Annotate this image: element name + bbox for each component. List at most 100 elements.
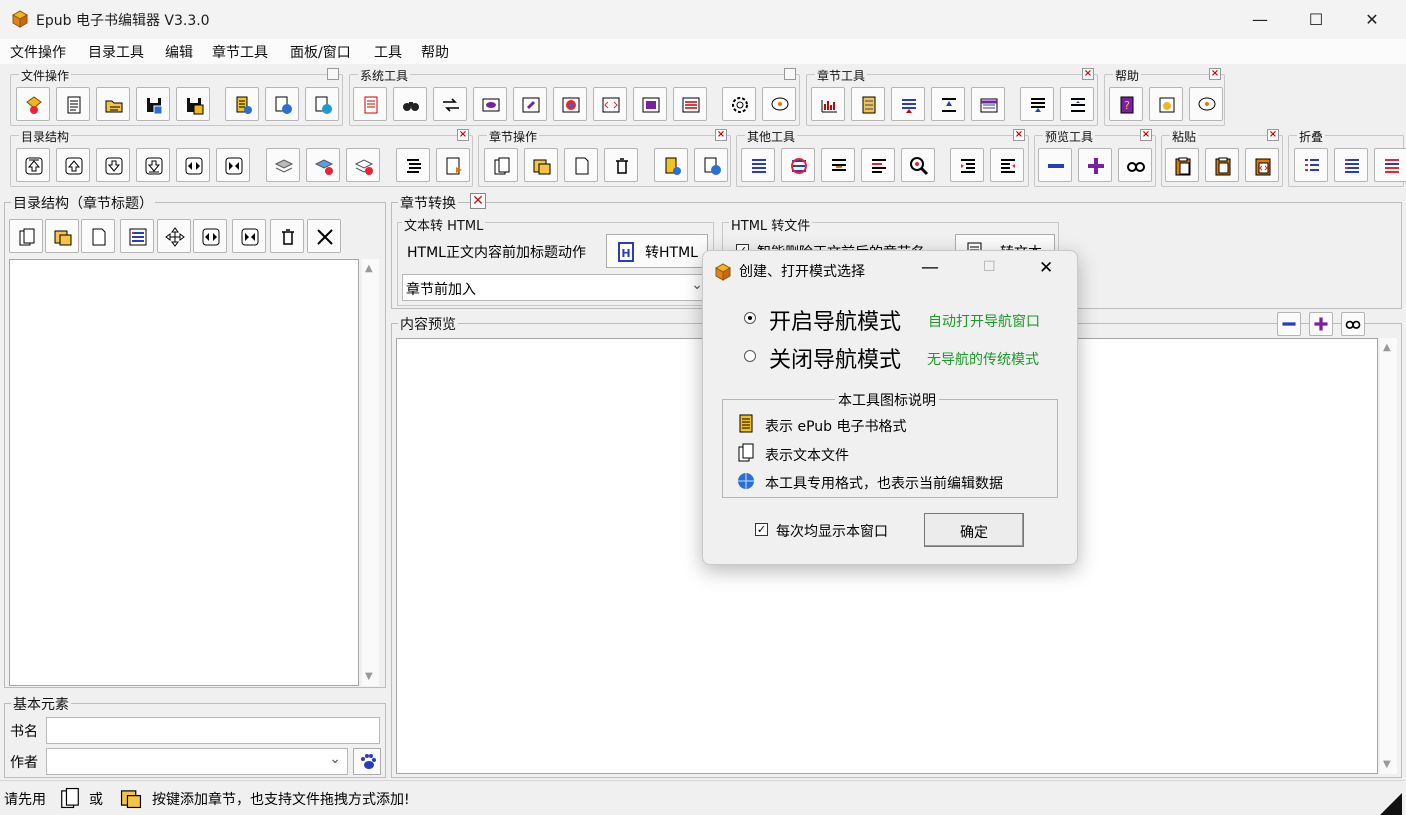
epub-export-button[interactable] (225, 87, 259, 121)
indent-right-button[interactable] (216, 148, 250, 182)
list-button[interactable] (741, 148, 775, 182)
close-icon[interactable]: × (1082, 68, 1094, 80)
tool-button-6[interactable] (553, 87, 587, 121)
tool-button-9[interactable] (673, 87, 707, 121)
open-folder-button[interactable] (96, 87, 130, 121)
close-icon[interactable]: × (1267, 129, 1279, 141)
menu-panel-window[interactable]: 面板/窗口 (290, 42, 351, 62)
toc-scrollbar[interactable]: ▲ ▼ (362, 259, 379, 686)
toc-list-button[interactable] (120, 219, 154, 253)
close-icon[interactable]: × (457, 129, 469, 141)
preview-button[interactable] (1118, 148, 1152, 182)
dialog-close-button[interactable]: ✕ (1039, 258, 1053, 278)
indent-left-button[interactable] (176, 148, 210, 182)
no-format-button[interactable] (781, 148, 815, 182)
nav-off-radio[interactable] (744, 350, 756, 362)
chapter-text-button[interactable] (694, 148, 728, 182)
nav-on-label[interactable]: 开启导航模式 (769, 304, 901, 336)
feedback-button[interactable] (1189, 87, 1223, 121)
fold-button[interactable] (1294, 148, 1328, 182)
toc-indent-right-button[interactable] (232, 219, 266, 253)
move-top-button[interactable] (16, 148, 50, 182)
menu-tools[interactable]: 工具 (374, 42, 402, 62)
toc-generate-button[interactable] (396, 148, 430, 182)
scroll-down-icon[interactable]: ▼ (1383, 759, 1391, 770)
nav-off-label[interactable]: 关闭导航模式 (769, 342, 901, 374)
author-search-button[interactable] (353, 748, 381, 775)
guide-button[interactable] (1149, 87, 1183, 121)
zoom-out-button[interactable] (1038, 148, 1072, 182)
toc-tools-button[interactable] (307, 219, 341, 253)
toc-copy-button[interactable] (9, 219, 43, 253)
chapter-move-button[interactable] (931, 87, 965, 121)
move-bottom-button[interactable] (136, 148, 170, 182)
move-down-button[interactable] (96, 148, 130, 182)
resize-grip-icon[interactable] (1380, 793, 1402, 815)
paste-text-button[interactable] (1205, 148, 1239, 182)
close-icon[interactable]: × (1209, 68, 1221, 80)
fold-all-button[interactable] (1374, 148, 1406, 182)
help-button[interactable]: ? (1109, 87, 1143, 121)
replace-button[interactable] (433, 87, 467, 121)
tool-button-7[interactable] (593, 87, 627, 121)
preview-view-button[interactable] (1341, 312, 1365, 336)
layers-button[interactable] (266, 148, 300, 182)
layers-clear-button[interactable] (346, 148, 380, 182)
menu-help[interactable]: 帮助 (421, 42, 449, 62)
ok-button[interactable]: 确定 (924, 513, 1024, 547)
close-icon[interactable]: × (715, 129, 727, 141)
scroll-down-icon[interactable]: ▼ (365, 671, 373, 682)
author-select[interactable]: ⌄ (46, 748, 348, 775)
menu-file[interactable]: 文件操作 (10, 42, 66, 62)
dialog-minimize-button[interactable]: — (921, 257, 939, 278)
chapter-epub-button[interactable] (654, 148, 688, 182)
chapter-table-button[interactable] (971, 87, 1005, 121)
show-every-time-checkbox[interactable]: ✓ (755, 523, 768, 536)
chapter-convert-tab[interactable]: 章节转换 (398, 193, 458, 213)
preview-zoom-out-button[interactable] (1277, 312, 1301, 336)
chapter-renumber-button[interactable] (1060, 87, 1094, 121)
save-as-button[interactable] (176, 87, 210, 121)
settings-button[interactable] (722, 87, 756, 121)
open-text-button[interactable] (56, 87, 90, 121)
layers-remove-button[interactable] (306, 148, 340, 182)
chapter-sort-button[interactable] (1020, 87, 1054, 121)
minimize-button[interactable]: — (1232, 0, 1288, 39)
toc-indent-left-button[interactable] (193, 219, 227, 253)
chapter-copy-button[interactable] (484, 148, 518, 182)
title-position-select[interactable]: 章节前加入 ⌄ (402, 274, 710, 301)
menu-toc-tools[interactable]: 目录工具 (88, 42, 144, 62)
toc-new-button[interactable] (81, 219, 115, 253)
pin-icon[interactable] (327, 68, 339, 80)
text-export-button[interactable] (265, 87, 299, 121)
nav-on-radio[interactable] (744, 312, 756, 324)
preview-zoom-in-button[interactable] (1309, 312, 1333, 336)
toc-export-button[interactable] (436, 148, 470, 182)
chapter-add-button[interactable] (524, 148, 558, 182)
chapter-stats-button[interactable] (811, 87, 845, 121)
outdent-button[interactable] (990, 148, 1024, 182)
chapter-merge-button[interactable] (891, 87, 925, 121)
search-button[interactable] (901, 148, 935, 182)
maximize-button[interactable]: ☐ (1288, 0, 1344, 39)
menu-chapter-tools[interactable]: 章节工具 (212, 42, 268, 62)
preview-scrollbar[interactable]: ▲ ▼ (1380, 338, 1397, 774)
about-button[interactable] (762, 87, 796, 121)
toc-tree[interactable] (9, 259, 359, 686)
close-button[interactable]: ✕ (1344, 0, 1400, 39)
indent-button[interactable] (950, 148, 984, 182)
zoom-in-button[interactable] (1078, 148, 1112, 182)
book-name-input[interactable] (46, 717, 380, 744)
close-tab-icon[interactable]: ✕ (470, 193, 486, 209)
menu-edit[interactable]: 编辑 (165, 42, 193, 62)
chapter-delete-button[interactable] (604, 148, 638, 182)
tool-button-5[interactable] (513, 87, 547, 121)
tool-button-4[interactable] (473, 87, 507, 121)
toc-move-button[interactable] (157, 219, 191, 253)
show-every-time-label[interactable]: 每次均显示本窗口 (776, 521, 888, 541)
paragraph-button[interactable] (861, 148, 895, 182)
align-button[interactable] (821, 148, 855, 182)
scroll-up-icon[interactable]: ▲ (365, 263, 373, 274)
close-icon[interactable]: × (1140, 129, 1152, 141)
new-book-button[interactable] (16, 87, 50, 121)
